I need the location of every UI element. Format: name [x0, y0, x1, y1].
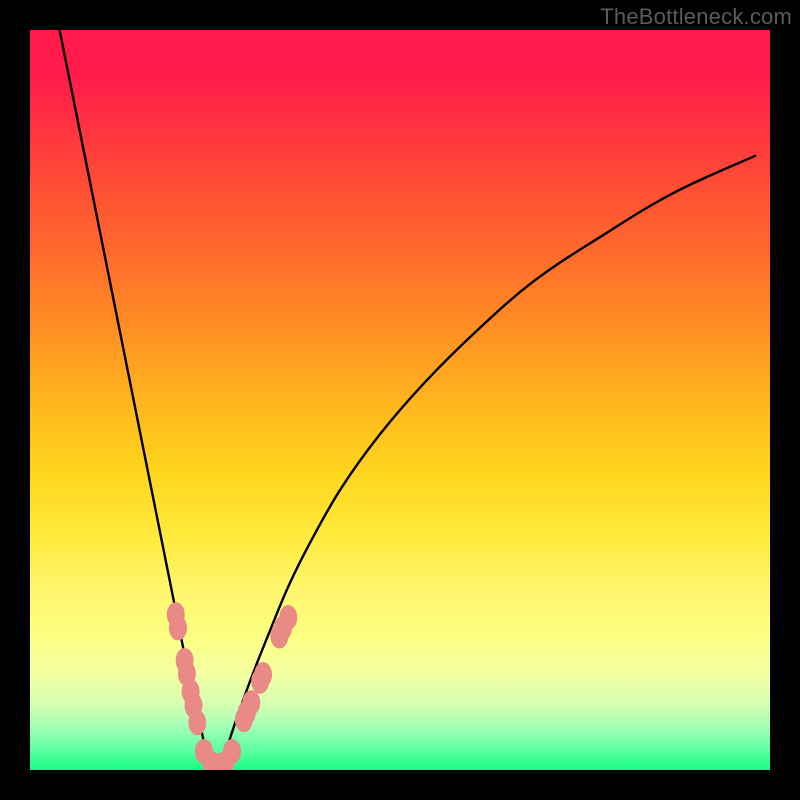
- watermark-text: TheBottleneck.com: [600, 4, 792, 30]
- marker-12: [223, 739, 241, 764]
- curve-layer: [30, 30, 770, 770]
- chart-stage: TheBottleneck.com: [0, 0, 800, 800]
- plot-area: [30, 30, 770, 770]
- marker-group: [167, 602, 297, 770]
- curve-group: [60, 30, 756, 770]
- marker-17: [254, 662, 272, 687]
- marker-20: [279, 605, 297, 630]
- marker-6: [188, 710, 206, 735]
- marker-1: [169, 615, 187, 640]
- series-right-branch: [215, 156, 755, 770]
- marker-15: [242, 690, 260, 715]
